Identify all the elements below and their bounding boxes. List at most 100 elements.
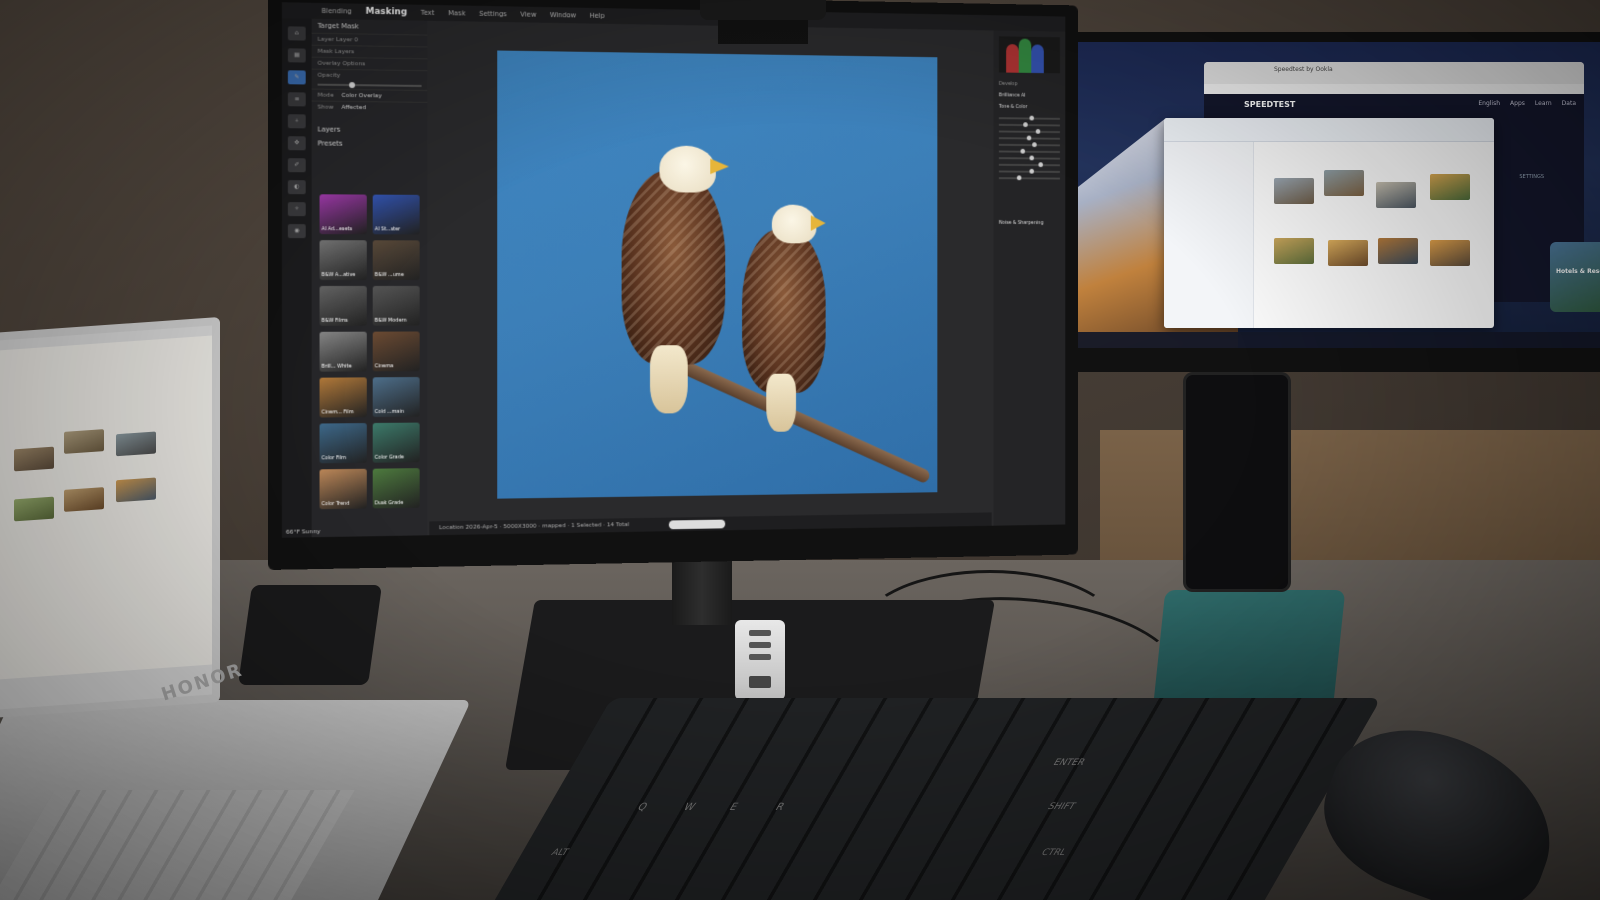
nav-data[interactable]: Data xyxy=(1562,100,1576,107)
home-icon[interactable]: ⌂ xyxy=(287,26,306,41)
laptop-thumbnail[interactable] xyxy=(64,429,104,454)
preset-thumbnail[interactable]: Cinema xyxy=(372,331,420,372)
browser-title[interactable]: Speedtest by Ookla xyxy=(1274,66,1333,73)
file-thumbnail[interactable] xyxy=(1378,238,1418,264)
preset-thumbnail[interactable]: Color Film xyxy=(319,423,367,464)
speedtest-nav: English Apps Learn Data xyxy=(1478,100,1576,107)
preset-thumbnail[interactable]: Cold ...main xyxy=(372,377,420,418)
file-thumbnail[interactable] xyxy=(1328,240,1368,266)
explorer-toolbar[interactable] xyxy=(1164,118,1494,142)
key-shift[interactable]: SHIFT xyxy=(1046,802,1077,812)
nav-english[interactable]: English xyxy=(1478,100,1500,107)
adjust-slider[interactable] xyxy=(998,148,1060,154)
noise-section[interactable]: Noise & Sharpening xyxy=(993,217,1065,229)
file-thumbnail[interactable] xyxy=(1324,170,1364,196)
adjust-slider[interactable] xyxy=(998,168,1060,174)
preset-thumbnail[interactable]: Color Grade xyxy=(372,422,420,463)
menu-masking[interactable]: Masking xyxy=(366,7,407,18)
brush-icon[interactable]: ✐ xyxy=(287,158,306,173)
file-thumbnail[interactable] xyxy=(1376,182,1416,208)
weather-widget[interactable]: 66°F Sunny xyxy=(286,528,320,536)
layers-icon[interactable]: ≡ xyxy=(287,92,306,107)
menu-mask[interactable]: Mask xyxy=(448,9,465,17)
nav-learn[interactable]: Learn xyxy=(1535,100,1552,107)
laptop-thumbnail[interactable] xyxy=(116,477,156,503)
mode-label: Mode xyxy=(317,91,334,99)
adjust-slider[interactable] xyxy=(998,155,1060,161)
smartphone xyxy=(1183,372,1291,592)
nav-apps[interactable]: Apps xyxy=(1510,100,1525,107)
secondary-monitor: Speedtest by Ookla SPEEDTEST English App… xyxy=(1068,32,1600,372)
preset-thumbnail[interactable]: B&W A...ative xyxy=(319,240,367,280)
tone-color-section[interactable]: Tone & Color xyxy=(993,101,1065,113)
settings-link[interactable]: SETTINGS xyxy=(1519,174,1544,180)
webcam xyxy=(700,0,826,20)
laptop-thumbnail[interactable] xyxy=(116,431,156,457)
edit-icon[interactable]: ✎ xyxy=(287,70,306,85)
show-row[interactable]: Show Affected xyxy=(311,100,428,114)
hotel-ad-card[interactable]: Hotels & Resorts xyxy=(1550,242,1600,312)
menu-settings[interactable]: Settings xyxy=(479,10,507,18)
adjust-slider[interactable] xyxy=(998,162,1060,168)
key-ctrl[interactable]: CTRL xyxy=(1039,848,1068,858)
preset-label: Brill... White xyxy=(321,363,352,370)
laptop-thumbnail[interactable] xyxy=(64,487,104,512)
mode-select[interactable]: Color Overlay xyxy=(342,92,382,99)
preset-thumbnail[interactable]: Brill... White xyxy=(319,331,367,372)
eagle-right-head xyxy=(771,204,817,244)
preset-thumbnail[interactable]: Cinem... Film xyxy=(319,377,367,418)
speedtest-logo[interactable]: SPEEDTEST xyxy=(1244,100,1295,109)
histogram-green xyxy=(1018,38,1032,73)
file-explorer-window xyxy=(1164,118,1494,328)
browse-icon[interactable]: ▦ xyxy=(287,48,306,63)
adjust-slider[interactable] xyxy=(998,175,1060,181)
key-alt[interactable]: ALT xyxy=(549,848,570,858)
preset-thumbnail[interactable]: AI Ad...esets xyxy=(319,194,367,235)
menu-window[interactable]: Window xyxy=(550,11,576,19)
view-icon[interactable]: ◉ xyxy=(287,224,306,239)
laptop-thumbnail[interactable] xyxy=(14,496,54,522)
brilliance-section[interactable]: Brilliance AI xyxy=(993,90,1065,102)
key-q[interactable]: Q xyxy=(635,802,649,813)
key-r[interactable]: R xyxy=(773,802,786,813)
laptop-thumbnail[interactable] xyxy=(14,446,54,472)
preset-thumbnail[interactable]: AI St...ster xyxy=(372,194,420,235)
adjust-slider[interactable] xyxy=(998,129,1060,134)
mask-icon[interactable]: ◐ xyxy=(287,180,306,195)
menu-view[interactable]: View xyxy=(520,11,536,19)
preset-thumbnail[interactable]: Color Trend xyxy=(319,468,367,510)
preset-thumbnail[interactable]: B&W Films xyxy=(319,285,367,326)
adjust-slider[interactable] xyxy=(998,115,1060,121)
preset-label: Color Film xyxy=(321,455,346,462)
menu-text[interactable]: Text xyxy=(421,9,435,17)
menu-blending[interactable]: Blending xyxy=(322,7,352,16)
develop-tab[interactable]: Develop xyxy=(993,78,1065,90)
explorer-sidebar[interactable] xyxy=(1164,142,1254,328)
menu-help[interactable]: Help xyxy=(589,12,604,20)
show-select[interactable]: Affected xyxy=(341,104,366,111)
preset-thumbnail[interactable]: B&W ...ume xyxy=(372,240,420,280)
file-thumbnail[interactable] xyxy=(1274,178,1314,204)
photo-canvas[interactable] xyxy=(497,50,938,499)
key-w[interactable]: W xyxy=(681,802,697,813)
file-thumbnail[interactable] xyxy=(1430,240,1470,266)
presets-heading[interactable]: Presets xyxy=(312,136,428,151)
layers-heading[interactable]: Layers xyxy=(312,122,428,137)
key-enter[interactable]: ENTER xyxy=(1051,758,1087,768)
transform-icon[interactable]: ✥ xyxy=(287,136,306,151)
adjust-slider[interactable] xyxy=(998,142,1060,148)
browser-tab-bar[interactable]: Speedtest by Ookla xyxy=(1204,62,1584,84)
taskbar-search[interactable] xyxy=(668,519,726,530)
preset-thumbnail[interactable]: B&W Modern xyxy=(372,285,420,326)
adjust-slider[interactable] xyxy=(998,135,1060,141)
key-e[interactable]: E xyxy=(727,802,740,813)
windows-taskbar[interactable] xyxy=(1078,332,1600,348)
histogram xyxy=(998,36,1060,74)
adjust-slider[interactable] xyxy=(998,122,1060,128)
opacity-slider[interactable] xyxy=(317,82,422,89)
file-thumbnail[interactable] xyxy=(1430,174,1470,200)
preset-thumbnail[interactable]: Dusk Grade xyxy=(372,468,420,509)
file-thumbnail[interactable] xyxy=(1274,238,1314,264)
crop-icon[interactable]: ⌗ xyxy=(287,114,306,129)
retouch-icon[interactable]: ✧ xyxy=(287,202,306,217)
